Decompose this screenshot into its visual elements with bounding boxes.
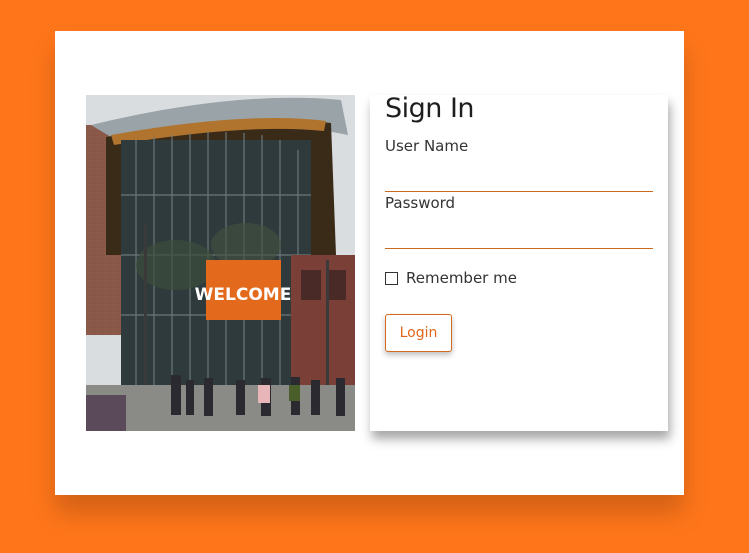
username-field[interactable] xyxy=(385,169,653,192)
username-label: User Name xyxy=(385,137,469,155)
campus-photo: WELCOME xyxy=(86,95,355,431)
signin-panel: Sign In User Name Password Remember me L… xyxy=(370,93,668,431)
password-label: Password xyxy=(385,194,456,212)
login-button[interactable]: Login xyxy=(385,314,452,352)
page-title: Sign In xyxy=(385,93,475,124)
welcome-banner-text: WELCOME xyxy=(195,285,292,305)
remember-me-checkbox[interactable] xyxy=(385,271,398,285)
remember-me-row[interactable]: Remember me xyxy=(385,269,517,287)
password-field[interactable] xyxy=(385,226,653,249)
remember-me-label: Remember me xyxy=(406,269,517,287)
